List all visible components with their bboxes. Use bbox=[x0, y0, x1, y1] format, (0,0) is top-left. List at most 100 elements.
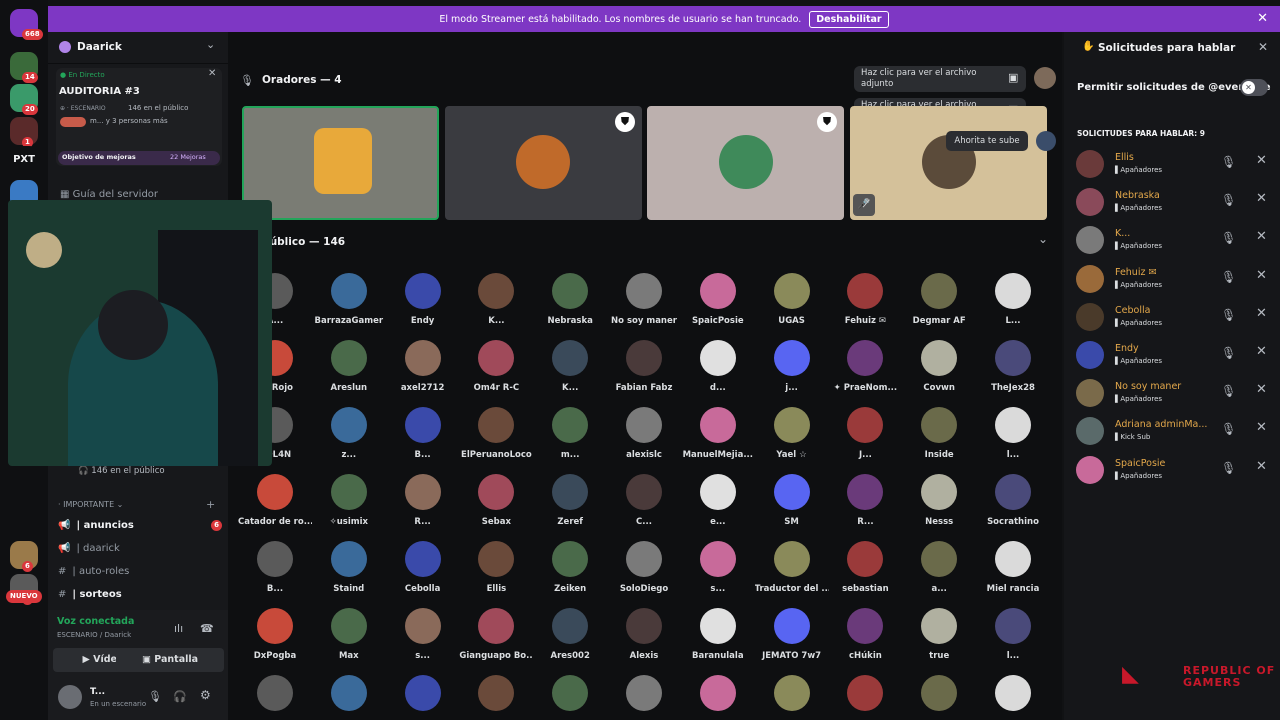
noise-icon[interactable]: ılı bbox=[174, 622, 183, 635]
dismiss-icon[interactable]: ✕ bbox=[1256, 459, 1267, 474]
live-stage-card[interactable]: ● En Directo ✕ AUDITORIA #3 ⊕ · ESCENARI… bbox=[56, 68, 222, 166]
close-icon[interactable]: ✕ bbox=[1257, 11, 1268, 26]
audience-member[interactable]: sebastian bbox=[828, 541, 902, 594]
dismiss-icon[interactable]: ✕ bbox=[1256, 420, 1267, 435]
audience-member[interactable]: s... bbox=[386, 608, 460, 661]
dismiss-icon[interactable]: ✕ bbox=[1256, 229, 1267, 244]
speaker-tile[interactable]: ⛊ bbox=[647, 106, 844, 220]
close-icon[interactable]: ✕ bbox=[1258, 40, 1268, 54]
audience-member[interactable]: Miel rancia bbox=[976, 541, 1050, 594]
headphones-icon[interactable]: 🎧 bbox=[173, 690, 187, 703]
audience-member[interactable]: Ares002 bbox=[533, 608, 607, 661]
avatar[interactable] bbox=[1034, 67, 1056, 89]
close-icon[interactable]: ✕ bbox=[208, 68, 216, 79]
dismiss-icon[interactable]: ✕ bbox=[1256, 191, 1267, 206]
audience-member[interactable]: a... bbox=[902, 541, 976, 594]
audience-member[interactable]: Areslun bbox=[312, 340, 386, 393]
audience-member[interactable] bbox=[681, 675, 755, 718]
chevron-down-icon[interactable]: ⌄ bbox=[1038, 232, 1048, 246]
server-header[interactable]: Daarick ⌄ bbox=[48, 32, 228, 64]
audience-member[interactable]: ✦ PraeNom... bbox=[828, 340, 902, 393]
audience-member[interactable]: alexislc bbox=[607, 407, 681, 460]
audience-member[interactable]: ManuelMejia... bbox=[681, 407, 755, 460]
request-item[interactable]: Adriana adminMa... ▌Kick Sub 🎙 ✕ bbox=[1076, 417, 1276, 447]
permit-toggle[interactable]: ✕ bbox=[1240, 79, 1268, 96]
invite-to-speak-icon[interactable]: 🎙 bbox=[1221, 231, 1236, 245]
audience-member[interactable] bbox=[312, 675, 386, 718]
audience-member[interactable]: C... bbox=[607, 474, 681, 527]
audience-member[interactable]: Cebolla bbox=[386, 541, 460, 594]
speaker-tile[interactable]: 🎤̸ bbox=[850, 106, 1047, 220]
request-item[interactable]: SpaicPosie ▌Apañadores 🎙 ✕ bbox=[1076, 455, 1276, 486]
audience-member[interactable] bbox=[755, 675, 829, 718]
mic-icon[interactable]: 🎙 bbox=[148, 690, 162, 703]
category-important[interactable]: · IMPORTANTE ⌄ bbox=[58, 500, 123, 509]
audience-member[interactable]: Sebax bbox=[459, 474, 533, 527]
request-item[interactable]: Ellis ▌Apañadores 🎙 ✕ bbox=[1076, 150, 1276, 180]
channel-sorteos[interactable]: # | sorteos bbox=[58, 585, 228, 603]
request-item[interactable]: Fehuiz ✉ ▌Apañadores 🎙 ✕ bbox=[1076, 264, 1276, 295]
audience-member[interactable]: TheJex28 bbox=[976, 340, 1050, 393]
channel-anuncios[interactable]: 📢 | anuncios 6 bbox=[58, 516, 228, 534]
audience-member[interactable]: JEMATO 7w7 bbox=[755, 608, 829, 661]
audience-member[interactable] bbox=[533, 675, 607, 718]
boost-goal-bar[interactable]: Objetivo de mejoras 22 Mejoras bbox=[58, 151, 220, 165]
audience-member[interactable]: Zeiken bbox=[533, 541, 607, 594]
dismiss-icon[interactable]: ✕ bbox=[1256, 382, 1267, 397]
audience-member[interactable]: L... bbox=[976, 273, 1050, 326]
invite-to-speak-icon[interactable]: 🎙 bbox=[1221, 461, 1236, 475]
audience-member[interactable]: Covwn bbox=[902, 340, 976, 393]
audience-member[interactable]: l... bbox=[976, 407, 1050, 460]
audience-member[interactable]: Socrathino bbox=[976, 474, 1050, 527]
audience-member[interactable]: m... bbox=[533, 407, 607, 460]
server-guide-link[interactable]: ▦ Guía del servidor bbox=[60, 189, 158, 200]
avatar[interactable] bbox=[58, 685, 82, 709]
audience-member[interactable]: SpaicPosie bbox=[681, 273, 755, 326]
audience-member[interactable]: No soy maner bbox=[607, 273, 681, 326]
audience-member[interactable] bbox=[238, 675, 312, 718]
audience-member[interactable]: d... bbox=[681, 340, 755, 393]
audience-member[interactable]: cHúkin bbox=[828, 608, 902, 661]
invite-to-speak-icon[interactable]: 🎙 bbox=[1221, 422, 1236, 436]
dismiss-icon[interactable]: ✕ bbox=[1256, 153, 1267, 168]
audience-member[interactable]: Endy bbox=[386, 273, 460, 326]
audience-member[interactable]: Nesss bbox=[902, 474, 976, 527]
audience-member[interactable]: z... bbox=[312, 407, 386, 460]
audience-member[interactable]: Alexis bbox=[607, 608, 681, 661]
audience-member[interactable]: true bbox=[902, 608, 976, 661]
avatar[interactable] bbox=[1036, 131, 1056, 151]
audience-member[interactable]: Catador de ro... bbox=[238, 474, 312, 527]
audience-member[interactable]: Inside bbox=[902, 407, 976, 460]
audience-member[interactable]: DxPogba bbox=[238, 608, 312, 661]
disable-streamer-button[interactable]: Deshabilitar bbox=[809, 10, 889, 28]
audience-member[interactable]: Traductor del ... bbox=[755, 541, 829, 594]
audience-member[interactable] bbox=[386, 675, 460, 718]
chevron-down-icon[interactable]: ⌄ bbox=[206, 38, 215, 51]
audience-member[interactable]: ElPeruanoLoco bbox=[459, 407, 533, 460]
channel-daarick[interactable]: 📢 | daarick bbox=[58, 539, 228, 557]
request-item[interactable]: No soy maner ▌Apañadores 🎙 ✕ bbox=[1076, 379, 1276, 409]
audience-member[interactable]: ✧usimix bbox=[312, 474, 386, 527]
audience-member[interactable]: Staind bbox=[312, 541, 386, 594]
audience-member[interactable] bbox=[607, 675, 681, 718]
audience-member[interactable]: Nebraska bbox=[533, 273, 607, 326]
invite-to-speak-icon[interactable]: 🎙 bbox=[1221, 270, 1236, 284]
audience-member[interactable]: Yael ☆ bbox=[755, 407, 829, 460]
invite-to-speak-icon[interactable]: 🎙 bbox=[1221, 346, 1236, 360]
dismiss-icon[interactable]: ✕ bbox=[1256, 344, 1267, 359]
dismiss-icon[interactable]: ✕ bbox=[1256, 268, 1267, 283]
attachment-toast[interactable]: Haz clic para ver el archivo adjunto ▣ bbox=[854, 66, 1026, 92]
audience-member[interactable]: Fabian Fabz bbox=[607, 340, 681, 393]
audience-member[interactable]: SM bbox=[755, 474, 829, 527]
audience-member[interactable]: j... bbox=[755, 340, 829, 393]
disconnect-icon[interactable]: ☎ bbox=[200, 622, 214, 635]
audience-member[interactable] bbox=[902, 675, 976, 718]
request-item[interactable]: Nebraska ▌Apañadores 🎙 ✕ bbox=[1076, 188, 1276, 218]
audience-member[interactable]: l... bbox=[976, 608, 1050, 661]
gear-icon[interactable]: ⚙ bbox=[200, 688, 211, 702]
audience-member[interactable]: s... bbox=[681, 541, 755, 594]
audience-member[interactable]: Zeref bbox=[533, 474, 607, 527]
audience-member[interactable]: J... bbox=[828, 407, 902, 460]
invite-to-speak-icon[interactable]: 🎙 bbox=[1221, 193, 1236, 207]
audience-member[interactable]: Degmar AF bbox=[902, 273, 976, 326]
